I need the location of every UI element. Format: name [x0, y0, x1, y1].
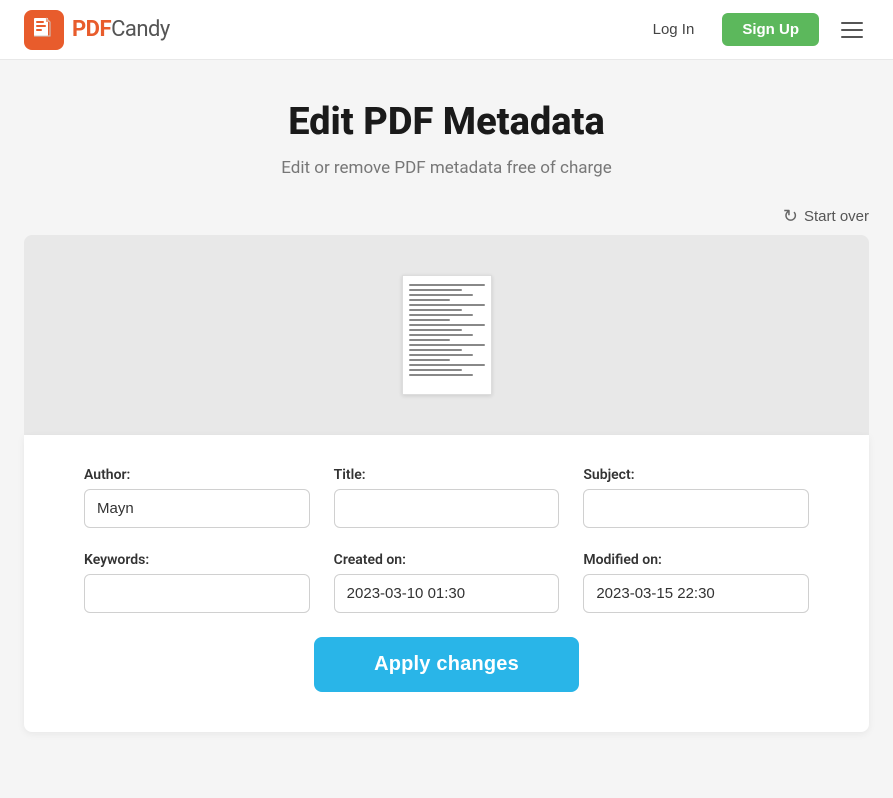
hamburger-line-3 — [841, 36, 863, 38]
pdfcandy-logo-icon — [24, 10, 64, 50]
form-group-modified-on: Modified on: — [583, 552, 809, 613]
pdf-line-13 — [409, 344, 485, 346]
pdf-line-6 — [409, 309, 462, 311]
signup-button[interactable]: Sign Up — [722, 13, 819, 46]
login-button[interactable]: Log In — [641, 15, 707, 44]
pdf-line-4 — [409, 299, 451, 301]
form-group-keywords: Keywords: — [84, 552, 310, 613]
navbar-actions: Log In Sign Up — [641, 13, 869, 46]
form-group-subject: Subject: — [583, 467, 809, 528]
pdf-line-9 — [409, 324, 485, 326]
logo-area: PDFCandy — [24, 10, 170, 50]
created-on-label: Created on: — [334, 552, 560, 568]
page-title: Edit PDF Metadata — [24, 100, 869, 144]
pdf-line-10 — [409, 329, 462, 331]
pdf-line-16 — [409, 359, 451, 361]
start-over-button[interactable]: ↻ Start over — [783, 206, 869, 227]
subject-label: Subject: — [583, 467, 809, 483]
pdf-line-1 — [409, 284, 485, 286]
pdf-thumbnail — [402, 275, 492, 395]
author-label: Author: — [84, 467, 310, 483]
pdf-line-12 — [409, 339, 451, 341]
pdf-line-11 — [409, 334, 474, 336]
keywords-label: Keywords: — [84, 552, 310, 568]
subject-input[interactable] — [583, 489, 809, 528]
apply-btn-row: Apply changes — [84, 637, 809, 692]
refresh-icon: ↻ — [783, 206, 798, 227]
metadata-panel: Author: Title: Subject: Keywords: Create… — [24, 435, 869, 732]
main-content: Edit PDF Metadata Edit or remove PDF met… — [0, 60, 893, 772]
pdf-line-19 — [409, 374, 474, 376]
author-input[interactable] — [84, 489, 310, 528]
keywords-input[interactable] — [84, 574, 310, 613]
hamburger-line-2 — [841, 29, 863, 31]
pdf-line-2 — [409, 289, 462, 291]
pdf-line-5 — [409, 304, 485, 306]
pdf-line-18 — [409, 369, 462, 371]
pdf-line-17 — [409, 364, 485, 366]
pdf-line-7 — [409, 314, 474, 316]
pdf-line-15 — [409, 354, 474, 356]
hamburger-menu-button[interactable] — [835, 16, 869, 44]
title-input[interactable] — [334, 489, 560, 528]
pdf-preview-panel — [24, 235, 869, 435]
apply-changes-button[interactable]: Apply changes — [314, 637, 579, 692]
pdf-line-14 — [409, 349, 462, 351]
start-over-label: Start over — [804, 208, 869, 225]
modified-on-input[interactable] — [583, 574, 809, 613]
form-row-2: Keywords: Created on: Modified on: — [84, 552, 809, 613]
form-group-created-on: Created on: — [334, 552, 560, 613]
created-on-input[interactable] — [334, 574, 560, 613]
logo-text: PDFCandy — [72, 17, 170, 42]
title-label: Title: — [334, 467, 560, 483]
form-group-title: Title: — [334, 467, 560, 528]
navbar: PDFCandy Log In Sign Up — [0, 0, 893, 60]
pdf-line-3 — [409, 294, 474, 296]
form-row-1: Author: Title: Subject: — [84, 467, 809, 528]
hamburger-line-1 — [841, 22, 863, 24]
modified-on-label: Modified on: — [583, 552, 809, 568]
form-group-author: Author: — [84, 467, 310, 528]
page-subtitle: Edit or remove PDF metadata free of char… — [24, 158, 869, 178]
start-over-row: ↻ Start over — [24, 206, 869, 227]
pdf-line-8 — [409, 319, 451, 321]
